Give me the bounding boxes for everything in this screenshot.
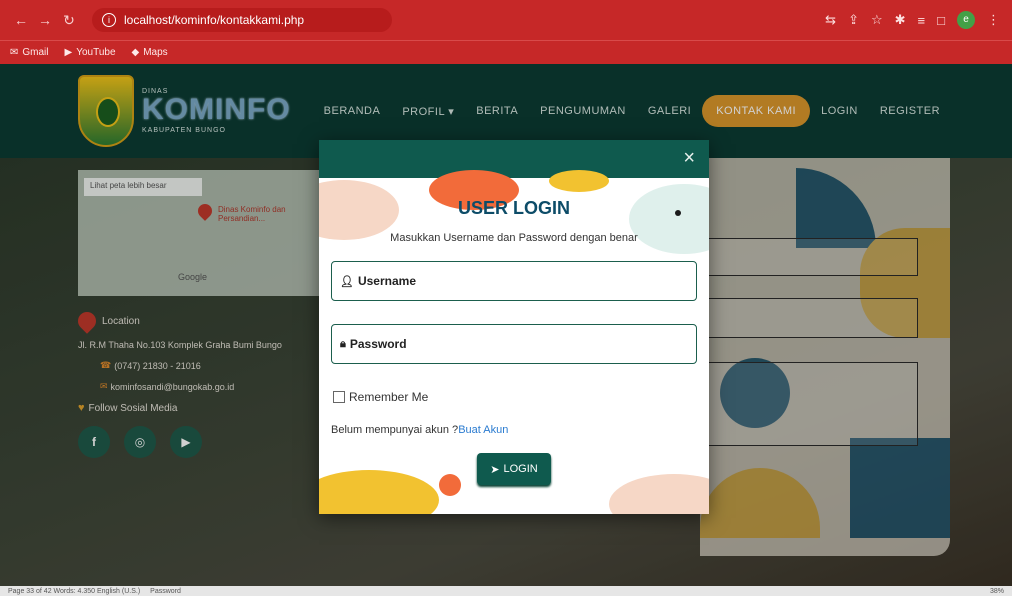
gmail-icon: ✉	[10, 47, 19, 58]
username-placeholder: Username	[357, 274, 416, 288]
heart-icon: ♥	[78, 402, 85, 414]
nav-berita[interactable]: BERITA	[465, 97, 529, 125]
facebook-icon[interactable]: f	[78, 426, 110, 458]
nav-profil[interactable]: PROFIL ▾	[391, 97, 465, 126]
status-mid: Password	[150, 587, 181, 595]
lock-icon: 🔒︎	[340, 337, 346, 350]
contact-info: Location Jl. R.M Thaha No.103 Komplek Gr…	[74, 308, 282, 458]
forward-icon[interactable]: →	[36, 12, 54, 28]
social-links: f ◎ ▶	[78, 426, 282, 458]
nav-beranda[interactable]: BERANDA	[313, 97, 392, 125]
bookmark-label: Maps	[143, 47, 168, 58]
deco-blob	[609, 474, 709, 514]
bookmarks-bar: ✉ Gmail ▶ YouTube ◆ Maps	[0, 40, 1012, 64]
deco-shape	[796, 168, 876, 248]
browser-toolbar: ← → ↻ i localhost/kominfo/kontakkami.php…	[0, 0, 1012, 40]
no-account-text: Belum mempunyai akun ?	[331, 424, 459, 436]
bookmark-youtube[interactable]: ▶ YouTube	[65, 47, 116, 58]
bookmark-maps[interactable]: ◆ Maps	[132, 47, 168, 58]
close-icon[interactable]: ×	[683, 146, 695, 170]
instagram-icon[interactable]: ◎	[124, 426, 156, 458]
site-info-icon[interactable]: i	[102, 13, 116, 27]
map-larger-link[interactable]: Lihat peta lebih besar	[84, 178, 202, 196]
phone-number: (0747) 21830 - 21016	[114, 360, 201, 371]
login-button-label: LOGIN	[503, 463, 538, 475]
share-icon[interactable]: ⇪	[848, 12, 859, 28]
location-pin-icon	[74, 308, 100, 334]
nav-login[interactable]: LOGIN	[810, 97, 869, 125]
logo-subtitle: KABUPATEN BUNGO	[142, 127, 226, 134]
decorative-panel	[700, 158, 950, 556]
site-logo[interactable]: DINAS KOMINFO KABUPATEN BUNGO	[78, 75, 291, 147]
mail-icon: ✉	[100, 381, 108, 391]
logo-text: DINAS KOMINFO KABUPATEN BUNGO	[142, 88, 291, 134]
username-field[interactable]: 👤︎ Username	[331, 261, 697, 301]
extensions-icon[interactable]: ✱	[895, 12, 906, 28]
login-button[interactable]: ➤ LOGIN	[477, 453, 551, 485]
login-modal: × USER LOGIN Masukkan Username dan Passw…	[319, 140, 709, 514]
reload-icon[interactable]: ↻	[60, 12, 78, 29]
remember-me-checkbox[interactable]	[333, 391, 345, 403]
status-left: Page 33 of 42 Words: 4.350 English (U.S.…	[8, 587, 141, 595]
deco-shape	[700, 468, 820, 538]
bookmark-star-icon[interactable]: ☆	[871, 12, 883, 28]
location-label: Location	[102, 315, 140, 327]
deco-blob	[549, 170, 609, 192]
map-attribution: Google	[178, 272, 208, 282]
password-placeholder: Password	[349, 337, 407, 351]
status-bar: Page 33 of 42 Words: 4.350 English (U.S.…	[0, 586, 1012, 596]
modal-subtitle: Masukkan Username dan Password dengan be…	[390, 232, 638, 244]
deco-shape	[850, 438, 950, 538]
map-place-label: Dinas Kominfo dan Persandian...	[218, 205, 286, 223]
bookmark-gmail[interactable]: ✉ Gmail	[10, 47, 49, 58]
nav-galeri[interactable]: GALERI	[637, 97, 702, 125]
contact-name-field[interactable]	[700, 238, 918, 276]
maps-icon: ◆	[131, 47, 140, 58]
register-prompt: Belum mempunyai akun ?Buat Akun	[331, 424, 508, 436]
menu-kebab-icon[interactable]: ⋮	[987, 12, 1000, 28]
nav-kontak-kami[interactable]: KONTAK KAMI	[702, 95, 811, 127]
main-nav: BERANDA PROFIL ▾ BERITA PENGUMUMAN GALER…	[313, 95, 951, 127]
youtube-icon[interactable]: ▶	[170, 426, 202, 458]
address-bar-url: localhost/kominfo/kontakkami.php	[124, 13, 305, 27]
reading-list-icon[interactable]: ≡	[918, 13, 926, 28]
regency-crest-icon	[78, 75, 134, 147]
modal-header: ×	[319, 140, 709, 178]
youtube-icon: ▶	[64, 47, 73, 58]
logo-name: KOMINFO	[142, 93, 291, 126]
phone-icon: ☎	[100, 360, 112, 370]
contact-email-field[interactable]	[700, 298, 918, 338]
browser-actions: ⇆ ⇪ ☆ ✱ ≡ □ e ⋮	[825, 11, 1000, 29]
translate-icon[interactable]: ⇆	[825, 12, 836, 28]
contact-message-field[interactable]	[700, 362, 918, 446]
side-panel-icon[interactable]: □	[937, 13, 945, 28]
create-account-link[interactable]: Buat Akun	[458, 424, 508, 436]
follow-label: Follow Sosial Media	[88, 402, 178, 414]
remember-me[interactable]: Remember Me	[333, 390, 428, 404]
location-row: Location	[74, 308, 282, 334]
bookmark-label: Gmail	[22, 47, 49, 58]
password-field[interactable]: 🔒︎ Password	[331, 324, 697, 364]
modal-title: USER LOGIN	[457, 198, 570, 218]
nav-pengumuman[interactable]: PENGUMUMAN	[529, 97, 637, 125]
bookmark-label: YouTube	[76, 47, 116, 58]
address-text: Jl. R.M Thaha No.103 Komplek Graha Bumi …	[78, 340, 282, 350]
profile-avatar[interactable]: e	[957, 11, 975, 29]
remember-me-label: Remember Me	[349, 390, 429, 404]
nav-register[interactable]: REGISTER	[869, 97, 951, 125]
back-icon[interactable]: ←	[12, 12, 30, 28]
phone-text: ☎ (0747) 21830 - 21016	[100, 360, 282, 371]
email-address[interactable]: kominfosandi@bungokab.go.id	[111, 382, 235, 392]
address-bar[interactable]: i localhost/kominfo/kontakkami.php	[92, 8, 392, 32]
follow-row: ♥ Follow Sosial Media	[78, 402, 282, 414]
deco-blob	[439, 474, 461, 496]
paper-plane-icon: ➤	[490, 463, 500, 476]
deco-blob	[319, 470, 439, 514]
zoom-level[interactable]: 38%	[990, 588, 1004, 595]
user-icon: 👤︎	[340, 275, 354, 288]
email-text: ✉ kominfosandi@bungokab.go.id	[100, 381, 282, 392]
